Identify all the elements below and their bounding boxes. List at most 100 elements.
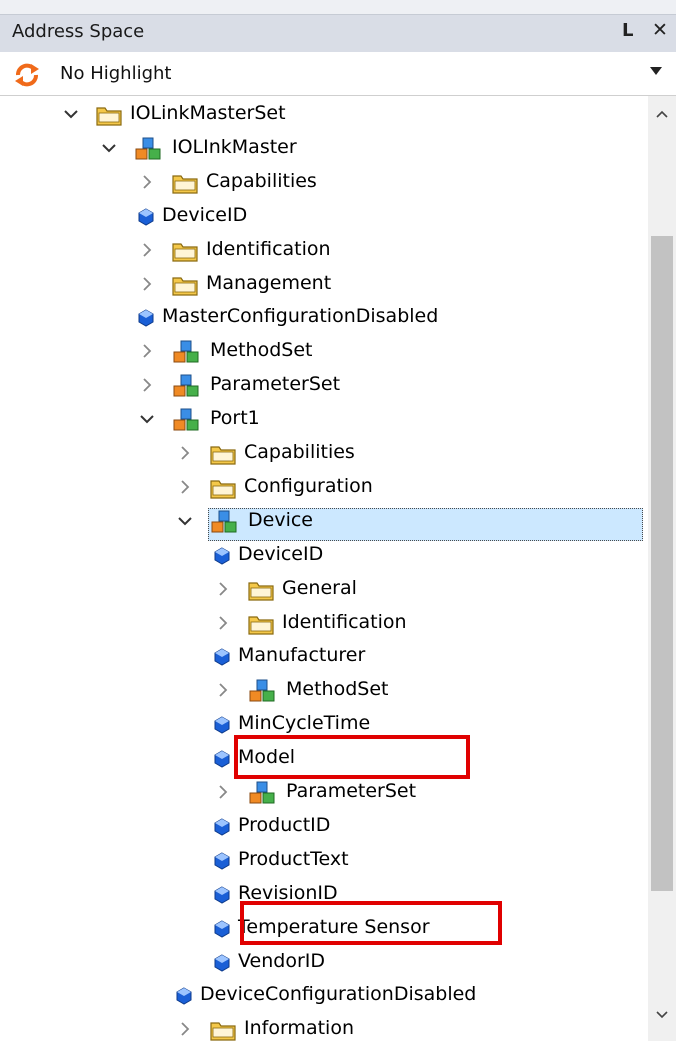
vertical-scrollbar[interactable] <box>648 96 676 1041</box>
tree-item[interactable]: DeviceID <box>0 200 648 234</box>
chevron-right-icon[interactable] <box>176 444 194 462</box>
tree-item-label: DeviceID <box>238 542 324 565</box>
panel-title: Address Space <box>12 21 145 42</box>
close-icon[interactable]: ✕ <box>652 19 668 41</box>
property-icon <box>214 716 230 734</box>
chevron-right-icon[interactable] <box>138 376 156 394</box>
folder-icon <box>172 242 198 262</box>
property-icon <box>214 953 230 972</box>
tree-item-label: IOLInkMaster <box>172 135 297 158</box>
tree-item-label: DeviceID <box>162 203 248 226</box>
top-strip <box>0 0 676 14</box>
object-node-icon <box>173 340 199 363</box>
property-icon <box>138 309 154 327</box>
scrollbar-thumb[interactable] <box>651 236 673 891</box>
chevron-right-icon[interactable] <box>138 173 156 191</box>
chevron-right-icon[interactable] <box>176 478 194 496</box>
property-icon <box>214 648 230 666</box>
chevron-down-icon[interactable] <box>138 410 156 428</box>
tree-item[interactable]: Capabilities <box>0 166 648 200</box>
property-icon <box>214 886 230 904</box>
object-node-icon <box>211 510 237 533</box>
tree-item[interactable]: IOLInkMaster <box>0 132 648 166</box>
tree-item-label: ParameterSet <box>286 780 417 802</box>
tree-item-label: DeviceConfigurationDisabled <box>200 983 477 1006</box>
tree-item[interactable]: ParameterSet <box>0 369 648 403</box>
chevron-right-icon[interactable] <box>138 275 156 293</box>
tree-item[interactable]: General <box>0 573 648 607</box>
folder-icon <box>96 107 122 126</box>
object-node-icon <box>173 374 199 397</box>
tree-item-label: Identification <box>282 610 407 633</box>
tree-item[interactable]: Port1 <box>0 403 648 437</box>
folder-icon <box>172 276 198 296</box>
tree-item[interactable]: IOLinkMasterSet <box>0 98 648 132</box>
tree-item-label: Manufacturer <box>238 644 366 667</box>
chevron-down-icon[interactable] <box>100 139 118 157</box>
tree-item[interactable]: Identification <box>0 607 648 641</box>
annotation-box-model <box>234 735 470 779</box>
tree-item[interactable]: DeviceID <box>0 539 648 573</box>
tree-item[interactable]: Identification <box>0 234 648 268</box>
chevron-right-icon[interactable] <box>138 342 156 360</box>
folder-icon <box>248 615 274 635</box>
tree-item-label: MinCycleTime <box>238 712 371 735</box>
folder-icon <box>210 1022 236 1041</box>
annotation-box-temperature-sensor <box>240 901 502 945</box>
tree-item-label: Capabilities <box>206 169 317 192</box>
object-node-icon <box>135 137 161 160</box>
address-space-tree: IOLinkMasterSet IOLInkMaster Capabilities D… <box>0 96 648 1041</box>
tree-item-label: Port1 <box>210 407 260 430</box>
tree-item[interactable]: Manufacturer <box>0 640 648 674</box>
chevron-down-icon[interactable] <box>176 512 194 530</box>
tree-item[interactable]: ProductID <box>0 810 648 844</box>
chevron-right-icon[interactable] <box>214 783 232 801</box>
object-node-icon <box>249 781 275 804</box>
chevron-down-icon[interactable] <box>62 105 80 123</box>
chevron-down-icon[interactable] <box>650 67 662 75</box>
tree-item-label: Identification <box>206 237 331 260</box>
refresh-icon[interactable] <box>14 62 40 88</box>
chevron-right-icon[interactable] <box>138 241 156 259</box>
tree-item-label: Information <box>244 1017 354 1040</box>
tree-item-label: Configuration <box>244 474 373 497</box>
tree-item[interactable]: Configuration <box>0 471 648 505</box>
property-icon <box>214 547 230 565</box>
tree-item-label: IOLinkMasterSet <box>130 102 286 124</box>
tree-item[interactable]: Device <box>0 505 648 539</box>
tree-item[interactable]: DeviceConfigurationDisabled <box>0 979 648 1013</box>
tree-item-label: MethodSet <box>286 678 389 701</box>
tree-item-label: MethodSet <box>210 339 313 362</box>
chevron-right-icon[interactable] <box>214 681 232 699</box>
scroll-down-icon[interactable] <box>656 1011 668 1019</box>
chevron-right-icon[interactable] <box>214 614 232 632</box>
property-icon <box>214 852 230 870</box>
chevron-right-icon[interactable] <box>176 1020 194 1038</box>
folder-icon <box>210 446 236 465</box>
tree-item[interactable]: MethodSet <box>0 674 648 708</box>
tree-item[interactable]: MethodSet <box>0 335 648 369</box>
tree-item-label: General <box>282 576 357 599</box>
tree-item-label: ProductID <box>238 813 331 836</box>
property-icon <box>214 920 230 938</box>
folder-icon <box>172 175 198 194</box>
tree-item[interactable]: Information <box>0 1013 648 1041</box>
tree-item[interactable]: Management <box>0 268 648 302</box>
object-node-icon <box>173 408 199 431</box>
folder-icon <box>248 581 274 601</box>
tree-item[interactable]: MasterConfigurationDisabled <box>0 301 648 335</box>
pin-restore-icon[interactable]: 𝗟 <box>622 20 633 41</box>
tree-item-label: Capabilities <box>244 441 355 463</box>
tree-item-label: VendorID <box>238 949 325 972</box>
property-icon <box>214 818 230 836</box>
tree-item-label: Management <box>206 271 332 294</box>
chevron-right-icon[interactable] <box>214 580 232 598</box>
object-node-icon <box>249 679 275 702</box>
tree-item[interactable]: Capabilities <box>0 437 648 471</box>
scroll-up-icon[interactable] <box>656 110 668 118</box>
tree-item[interactable]: VendorID <box>0 946 648 980</box>
tree-item[interactable]: ParameterSet <box>0 776 648 810</box>
tree-item[interactable]: ProductText <box>0 844 648 878</box>
highlight-selector[interactable]: No Highlight <box>0 54 676 96</box>
tree-item-label: ParameterSet <box>210 373 341 396</box>
